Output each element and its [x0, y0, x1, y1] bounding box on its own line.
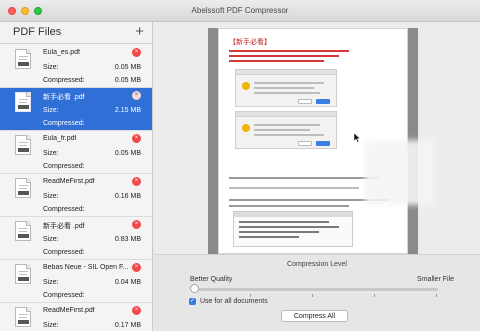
preview-border-left [208, 28, 218, 254]
file-size-value: 0.04 MB [114, 279, 141, 286]
file-name: Eula_es.pdf [43, 49, 80, 56]
title-bar: Abelssoft PDF Compressor [0, 0, 480, 22]
compressed-label: Compressed: [43, 292, 85, 299]
pdf-file-icon [15, 49, 31, 69]
size-label: Size: [43, 193, 59, 200]
compression-level-title: Compression Level [287, 261, 347, 268]
file-list-item[interactable]: ReadMeFirst.pdf × Size: 0.16 MB Compressed: [0, 174, 152, 217]
slider-tick [312, 294, 313, 297]
add-file-button[interactable]: + [135, 24, 144, 39]
slider-tick [374, 294, 375, 297]
compressed-label: Compressed: [43, 120, 85, 127]
pdf-file-icon [15, 178, 31, 198]
compressed-label: Compressed: [43, 77, 85, 84]
better-quality-label: Better Quality [190, 276, 233, 283]
pdf-file-icon [15, 92, 31, 112]
compressed-label: Compressed: [43, 249, 85, 256]
warning-icon [242, 82, 250, 90]
file-size-value: 0.05 MB [114, 64, 141, 71]
file-name: Bebas Neue - SIL Open F... [43, 264, 129, 271]
file-name: 新手必看 .pdf [43, 94, 85, 101]
compressed-size-value: 0.05 MB [114, 77, 141, 84]
use-for-all-checkbox[interactable]: ✓ [189, 298, 196, 305]
file-size-value: 0.17 MB [114, 322, 141, 329]
compressed-label: Compressed: [43, 163, 85, 170]
file-list-item[interactable]: Eula_es.pdf × Size: 0.05 MB Compressed: 0.05 … [0, 45, 152, 88]
slider-tick [436, 294, 437, 297]
file-name: ReadMeFirst.pdf [43, 307, 95, 314]
pdf-preview-area: 【新手必看】 [154, 22, 480, 254]
preview-text-line [229, 60, 324, 62]
app-window: Abelssoft PDF Compressor PDF Files + Eul… [0, 0, 480, 331]
preview-screenshot [235, 69, 337, 107]
file-sidebar: PDF Files + Eula_es.pdf × Size: 0.05 MB Comp… [0, 22, 153, 331]
file-list-item[interactable]: ReadMeFirst.pdf×Size:0.17 MBCompressed: [0, 303, 152, 331]
size-label: Size: [43, 107, 59, 114]
remove-file-button[interactable]: × [132, 134, 141, 143]
file-size-value: 0.16 MB [114, 193, 141, 200]
preview-text-line [229, 50, 349, 52]
compression-panel: Compression Level Better Quality Smaller… [154, 254, 480, 331]
compressed-label: Compressed: [43, 206, 85, 213]
preview-screenshot [235, 111, 337, 149]
preview-text-line [229, 187, 359, 189]
file-list-item[interactable]: Eula_fr.pdf × Size: 0.05 MB Compressed: [0, 131, 152, 174]
size-label: Size: [43, 236, 59, 243]
preview-terminal-screenshot [233, 211, 353, 247]
size-label: Size: [43, 322, 59, 329]
compress-all-button[interactable]: Compress All [281, 310, 348, 322]
pdf-file-icon [15, 135, 31, 155]
file-list: Eula_es.pdf × Size: 0.05 MB Compressed: 0.05 … [0, 45, 152, 331]
sidebar-title: PDF Files [13, 26, 62, 38]
file-size-value: 0.83 MB [114, 236, 141, 243]
pdf-file-icon [15, 221, 31, 241]
file-name: ReadMeFirst.pdf [43, 178, 95, 185]
pdf-file-icon [15, 264, 31, 284]
window-title: Abelssoft PDF Compressor [191, 6, 289, 15]
use-for-all-label[interactable]: Use for all documents [200, 298, 268, 305]
file-list-item[interactable]: 新手必看 .pdf × Size: 2.15 MB Compressed: [0, 88, 152, 131]
smaller-file-label: Smaller File [417, 276, 454, 283]
file-list-item[interactable]: Bebas Neue - SIL Open F... × Size: 0.04 MB C… [0, 260, 152, 303]
preview-text-line [229, 177, 379, 179]
size-label: Size: [43, 64, 59, 71]
size-label: Size: [43, 150, 59, 157]
compression-slider-track[interactable] [192, 288, 438, 291]
sidebar-header: PDF Files + [0, 22, 152, 44]
size-label: Size: [43, 279, 59, 286]
pdf-file-icon [15, 307, 31, 327]
file-name: 新手必看 .pdf [43, 223, 85, 230]
file-size-value: 2.15 MB [114, 107, 141, 114]
file-name: Eula_fr.pdf [43, 135, 77, 142]
compression-slider-knob[interactable] [190, 284, 199, 293]
mouse-pointer-icon [354, 133, 361, 143]
preview-text-line [229, 205, 349, 207]
slider-tick [250, 294, 251, 297]
remove-file-button[interactable]: × [132, 177, 141, 186]
warning-icon [242, 124, 250, 132]
remove-file-button[interactable]: × [132, 91, 141, 100]
file-size-value: 0.05 MB [114, 150, 141, 157]
blurred-region [365, 140, 435, 205]
file-list-item[interactable]: 新手必看 .pdf × Size: 0.83 MB Compressed: [0, 217, 152, 260]
remove-file-button[interactable]: × [132, 48, 141, 57]
preview-text-line [229, 55, 339, 57]
remove-file-button[interactable]: × [132, 306, 141, 315]
remove-file-button[interactable]: × [132, 263, 141, 272]
remove-file-button[interactable]: × [132, 220, 141, 229]
preview-heading: 【新手必看】 [229, 39, 271, 46]
